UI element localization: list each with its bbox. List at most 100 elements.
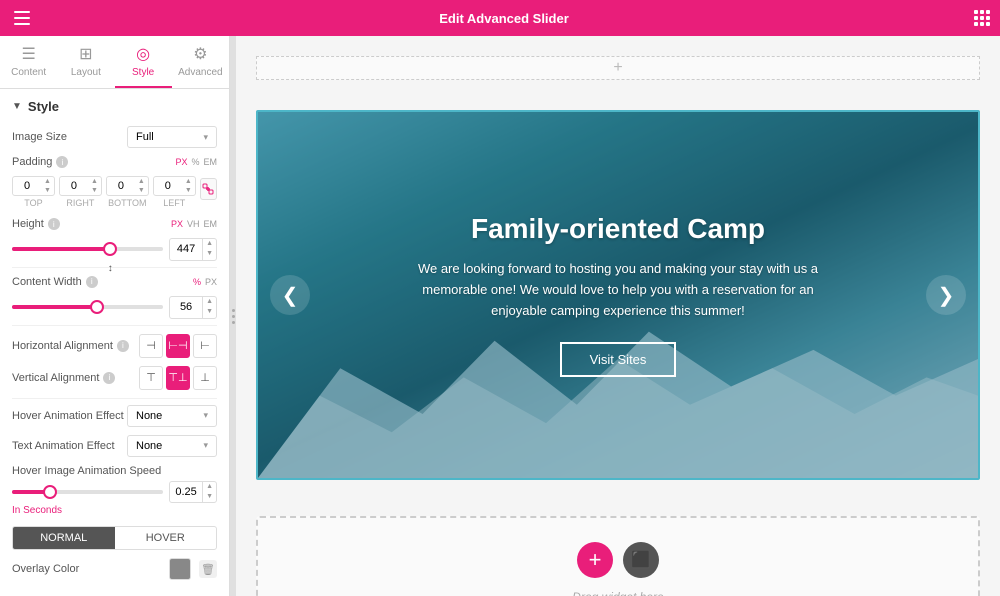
- v-align-row: Vertical Alignment i ⊤ ⊤⊥ ⊥: [12, 366, 217, 390]
- padding-left-label: LEFT: [163, 198, 185, 208]
- height-unit-vh[interactable]: VH: [187, 219, 200, 229]
- tab-advanced[interactable]: ⚙ Advanced: [172, 36, 229, 88]
- height-slider-fill: [12, 247, 110, 251]
- h-align-row: Horizontal Alignment i ⊣ ⊢⊣ ⊢: [12, 334, 217, 358]
- height-up[interactable]: ▲: [203, 239, 216, 249]
- slider-preview: Family-oriented Camp We are looking forw…: [256, 110, 980, 480]
- cw-down[interactable]: ▼: [203, 307, 216, 317]
- padding-right-down[interactable]: ▼: [88, 186, 101, 195]
- hs-up[interactable]: ▲: [203, 482, 216, 492]
- height-down[interactable]: ▼: [203, 249, 216, 259]
- tab-style[interactable]: ◎ Style: [115, 36, 172, 88]
- padding-label: Padding i: [12, 156, 68, 168]
- v-align-info-icon: i: [103, 372, 115, 384]
- add-top-icon: +: [613, 59, 622, 77]
- content-width-slider-thumb[interactable]: [90, 300, 104, 314]
- height-units: PX VH EM: [171, 219, 217, 229]
- padding-units: PX % EM: [175, 157, 217, 167]
- state-hover-tab[interactable]: HOVER: [115, 527, 217, 549]
- content-icon: ☰: [21, 44, 35, 64]
- text-animation-dropdown[interactable]: None ▾: [127, 435, 217, 457]
- align-bottom-btn[interactable]: ⊥: [193, 366, 217, 390]
- hover-speed-slider-track[interactable]: [12, 490, 163, 494]
- text-animation-row: Text Animation Effect None ▾: [12, 435, 217, 457]
- overlay-color-row: Overlay Color 🗑: [12, 558, 217, 580]
- content-width-input[interactable]: [170, 299, 202, 315]
- collapse-arrow: ▼: [12, 101, 22, 112]
- image-size-dropdown[interactable]: Full ▾: [127, 126, 217, 148]
- hover-speed-label: Hover Image Animation Speed: [12, 465, 217, 477]
- state-normal-tab[interactable]: NORMAL: [13, 527, 115, 549]
- padding-bottom-down[interactable]: ▼: [135, 186, 148, 195]
- align-middle-btn[interactable]: ⊤⊥: [166, 366, 190, 390]
- slider-prev-btn[interactable]: ❮: [270, 275, 310, 315]
- height-input[interactable]: [170, 241, 202, 257]
- padding-inputs: ▲ ▼ TOP ▲ ▼: [12, 176, 217, 208]
- overlay-color-trash[interactable]: 🗑: [199, 560, 217, 578]
- cw-unit-px[interactable]: PX: [205, 277, 217, 287]
- padding-left-down[interactable]: ▼: [182, 186, 195, 195]
- top-bar: Edit Advanced Slider: [0, 0, 1000, 36]
- height-unit-em[interactable]: EM: [204, 219, 218, 229]
- padding-bottom-label: BOTTOM: [108, 198, 146, 208]
- slider-title: Family-oriented Camp: [471, 213, 765, 245]
- padding-top-down[interactable]: ▼: [41, 186, 54, 195]
- layout-icon: ⊞: [79, 44, 92, 64]
- content-width-stepper: ▲ ▼: [169, 296, 217, 319]
- align-left-btn[interactable]: ⊣: [139, 334, 163, 358]
- hover-animation-label: Hover Animation Effect: [12, 410, 124, 422]
- tab-content[interactable]: ☰ Content: [0, 36, 57, 88]
- padding-right-up[interactable]: ▲: [88, 177, 101, 186]
- height-slider-thumb[interactable]: ↕: [103, 242, 117, 256]
- padding-left-group: ▲ ▼ LEFT: [153, 176, 196, 208]
- drop-add-button[interactable]: +: [577, 542, 613, 578]
- content-width-slider-track[interactable]: [12, 305, 163, 309]
- padding-right-input[interactable]: [60, 178, 88, 194]
- cw-up[interactable]: ▲: [203, 297, 216, 307]
- slider-next-btn[interactable]: ❯: [926, 275, 966, 315]
- content-width-label: Content Width i: [12, 276, 98, 288]
- hover-speed-thumb[interactable]: [43, 485, 57, 499]
- height-section: Height i PX VH EM ↕: [12, 218, 217, 261]
- padding-top-up[interactable]: ▲: [41, 177, 54, 186]
- padding-left-up[interactable]: ▲: [182, 177, 195, 186]
- v-align-buttons: ⊤ ⊤⊥ ⊥: [139, 366, 217, 390]
- section-title[interactable]: ▼ Style: [12, 99, 217, 114]
- drop-zone-buttons: + ⬛: [577, 542, 659, 578]
- padding-bottom-group: ▲ ▼ BOTTOM: [106, 176, 149, 208]
- align-top-btn[interactable]: ⊤: [139, 366, 163, 390]
- style-icon: ◎: [136, 44, 150, 64]
- padding-section: Padding i PX % EM ▲: [12, 156, 217, 208]
- overlay-color-swatch[interactable]: [169, 558, 191, 580]
- content-width-slider-row: ▲ ▼: [12, 296, 217, 319]
- drop-settings-button[interactable]: ⬛: [623, 542, 659, 578]
- padding-left-input[interactable]: [154, 178, 182, 194]
- slider-visit-button[interactable]: Visit Sites: [560, 342, 677, 377]
- padding-bottom-up[interactable]: ▲: [135, 177, 148, 186]
- height-unit-px[interactable]: PX: [171, 219, 183, 229]
- v-align-label: Vertical Alignment i: [12, 372, 115, 384]
- align-center-btn[interactable]: ⊢⊣: [166, 334, 190, 358]
- align-right-btn[interactable]: ⊢: [193, 334, 217, 358]
- hover-animation-dropdown[interactable]: None ▾: [127, 405, 217, 427]
- grid-icon[interactable]: [974, 10, 990, 26]
- overlay-color-label: Overlay Color: [12, 563, 79, 575]
- unit-px[interactable]: PX: [175, 157, 187, 167]
- cw-unit-percent[interactable]: %: [193, 277, 201, 287]
- menu-icon[interactable]: [10, 6, 34, 30]
- height-slider-track[interactable]: ↕: [12, 247, 163, 251]
- hs-down[interactable]: ▼: [203, 492, 216, 502]
- overlay-color-controls: 🗑: [169, 558, 217, 580]
- h-align-info-icon: i: [117, 340, 129, 352]
- padding-right-group: ▲ ▼ RIGHT: [59, 176, 102, 208]
- add-top-bar[interactable]: +: [256, 56, 980, 80]
- image-size-row: Image Size Full ▾: [12, 126, 217, 148]
- padding-top-input[interactable]: [13, 178, 41, 194]
- unit-em[interactable]: EM: [204, 157, 218, 167]
- hover-speed-input[interactable]: [170, 484, 202, 500]
- height-slider-row: ↕ ▲ ▼: [12, 238, 217, 261]
- unit-percent[interactable]: %: [191, 157, 199, 167]
- link-padding-btn[interactable]: [200, 178, 217, 200]
- tab-layout[interactable]: ⊞ Layout: [57, 36, 114, 88]
- padding-bottom-input[interactable]: [107, 178, 135, 194]
